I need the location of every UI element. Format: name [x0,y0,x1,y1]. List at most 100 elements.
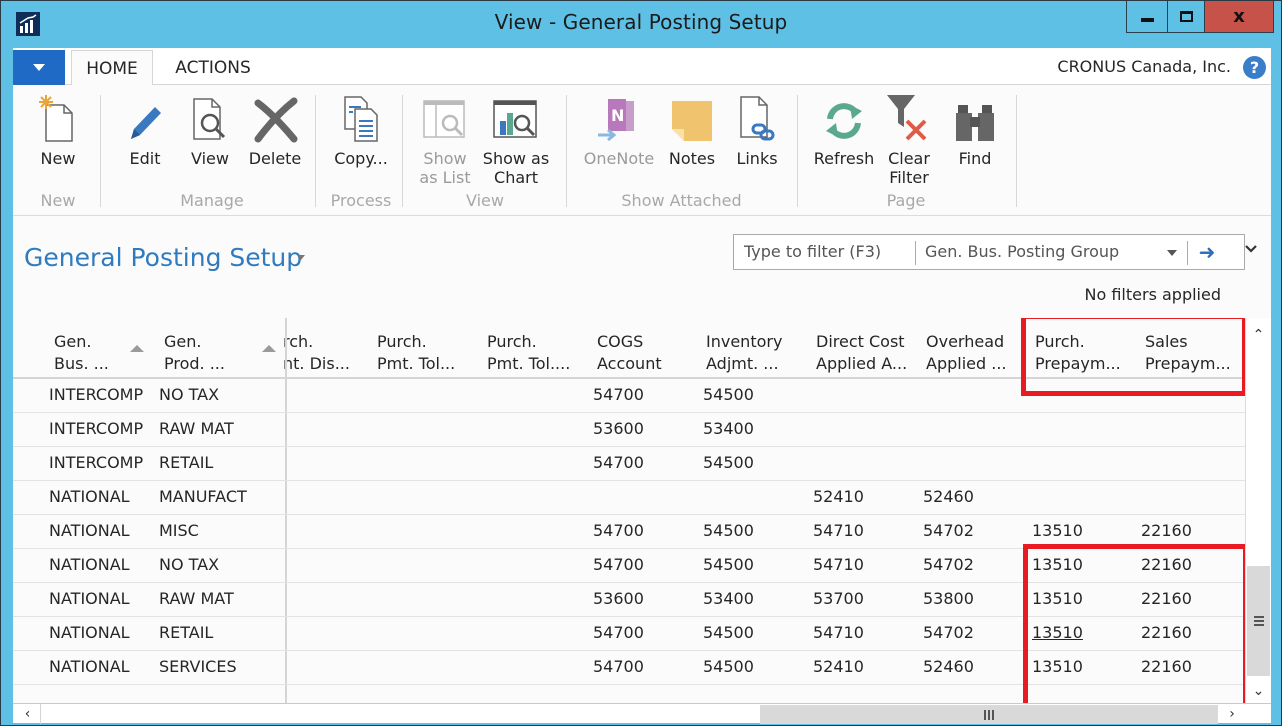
table-row[interactable]: INTERCOMP NO TAX 54700 54500 [13,379,1245,413]
minimize-button[interactable] [1126,1,1168,33]
cell-cogs-account[interactable]: 54700 [593,385,644,404]
cell-cogs-account[interactable]: 54700 [593,521,644,540]
table-row[interactable]: INTERCOMP RAW MAT 53600 53400 [13,413,1245,447]
links-button[interactable]: Links [731,93,783,168]
cell-overhead-applied[interactable]: 52460 [923,487,974,506]
vertical-scroll-thumb[interactable] [1247,566,1270,676]
table-row[interactable]: NATIONAL MANUFACT 52410 52460 [13,481,1245,515]
filter-input[interactable]: Type to filter (F3) [744,242,881,261]
cell-gen-prod[interactable]: RETAIL [159,453,213,472]
column-header-direct-cost-applied[interactable]: Direct Cost Applied A... [816,331,907,375]
scroll-right-icon[interactable]: › [1220,704,1244,724]
clear-filter-button[interactable]: Clear Filter [883,93,935,187]
cell-purch-prepayments[interactable]: 13510 [1032,657,1083,676]
cell-sales-prepayments[interactable]: 22160 [1141,623,1192,642]
cell-purch-prepayments[interactable]: 13510 [1032,623,1083,642]
find-button[interactable]: Find [949,93,1001,168]
cell-overhead-applied[interactable]: 53800 [923,589,974,608]
column-header-gen-bus[interactable]: Gen. Bus. ... [54,331,109,375]
show-as-chart-button[interactable]: Show as Chart [479,93,553,187]
cell-gen-bus[interactable]: INTERCOMP [49,453,143,472]
show-as-list-button[interactable]: Show as List [417,93,473,187]
cell-sales-prepayments[interactable]: 22160 [1141,589,1192,608]
scroll-left-icon[interactable]: ‹ [15,704,41,724]
cell-purch-prepayments[interactable]: 13510 [1032,589,1083,608]
table-row[interactable]: NATIONAL RAW MAT 53600 53400 53700 53800 13510… [13,583,1245,617]
cell-inventory-adjmt[interactable]: 54500 [703,385,754,404]
table-row[interactable]: INTERCOMP RETAIL 54700 54500 [13,447,1245,481]
cell-gen-bus[interactable]: INTERCOMP [49,385,143,404]
cell-gen-prod[interactable]: RAW MAT [159,419,234,438]
expand-filter-pane-icon[interactable] [1244,242,1258,256]
cell-direct-cost-applied[interactable]: 52410 [813,657,864,676]
cell-sales-prepayments[interactable]: 22160 [1141,657,1192,676]
application-menu-button[interactable] [13,50,65,85]
cell-gen-bus[interactable]: NATIONAL [49,487,130,506]
arrow-right-icon[interactable]: ➜ [1194,239,1220,265]
notes-button[interactable]: Notes [665,93,719,168]
cell-inventory-adjmt[interactable]: 54500 [703,555,754,574]
cell-gen-prod[interactable]: SERVICES [159,657,237,676]
cell-gen-prod[interactable]: NO TAX [159,555,219,574]
tab-home[interactable]: HOME [71,50,153,86]
copy-button[interactable]: Copy... [331,93,391,168]
cell-overhead-applied[interactable]: 54702 [923,521,974,540]
close-button[interactable]: x [1204,1,1274,33]
cell-cogs-account[interactable]: 54700 [593,657,644,676]
filter-field-select[interactable]: Gen. Bus. Posting Group [925,242,1119,261]
cell-cogs-account[interactable]: 54700 [593,453,644,472]
vertical-scrollbar[interactable]: ⌃ ⌄ [1245,318,1271,704]
new-button[interactable]: New [31,93,85,168]
chevron-down-icon[interactable] [1167,250,1177,256]
column-header-overhead-applied[interactable]: Overhead Applied ... [926,331,1007,375]
column-header-purch-prepayments[interactable]: Purch. Prepaym... [1035,331,1121,375]
horizontal-scrollbar[interactable]: ‹ › [13,703,1271,724]
cell-direct-cost-applied[interactable]: 53700 [813,589,864,608]
cell-gen-prod[interactable]: RAW MAT [159,589,234,608]
column-header-purch-pmt-disc[interactable]: rch. nt. Dis... [283,331,350,375]
column-header-cogs-account[interactable]: COGS Account [597,331,662,375]
scroll-down-icon[interactable]: ⌄ [1246,680,1271,702]
table-row[interactable]: NATIONAL MISC 54700 54500 54710 54702 13510 221… [13,515,1245,549]
cell-gen-bus[interactable]: NATIONAL [49,623,130,642]
cell-gen-bus[interactable]: INTERCOMP [49,419,143,438]
tab-actions[interactable]: ACTIONS [168,50,258,86]
cell-sales-prepayments[interactable]: 22160 [1141,555,1192,574]
cell-gen-prod[interactable]: NO TAX [159,385,219,404]
table-row[interactable]: NATIONAL RETAIL 54700 54500 54710 54702 13510 2… [13,617,1245,651]
view-button[interactable]: View [183,93,237,168]
scroll-up-icon[interactable]: ⌃ [1246,324,1271,346]
cell-overhead-applied[interactable]: 52460 [923,657,974,676]
column-header-purch-pmt-tol-1[interactable]: Purch. Pmt. Tol... [377,331,455,375]
onenote-button[interactable]: N OneNote [580,93,658,168]
horizontal-scroll-thumb[interactable] [760,705,1218,724]
page-title-dropdown-icon[interactable] [297,255,305,260]
page-title[interactable]: General Posting Setup [24,243,302,272]
cell-inventory-adjmt[interactable]: 53400 [703,589,754,608]
cell-purch-prepayments[interactable]: 13510 [1032,521,1083,540]
cell-direct-cost-applied[interactable]: 54710 [813,555,864,574]
cell-gen-prod[interactable]: RETAIL [159,623,213,642]
cell-gen-prod[interactable]: MISC [159,521,199,540]
cell-sales-prepayments[interactable]: 22160 [1141,521,1192,540]
cell-direct-cost-applied[interactable]: 54710 [813,623,864,642]
cell-gen-bus[interactable]: NATIONAL [49,589,130,608]
column-header-inventory-adjmt[interactable]: Inventory Adjmt. ... [706,331,782,375]
cell-cogs-account[interactable]: 53600 [593,419,644,438]
cell-inventory-adjmt[interactable]: 54500 [703,521,754,540]
maximize-button[interactable] [1167,1,1205,33]
help-icon[interactable]: ? [1243,56,1266,79]
column-header-purch-pmt-tol-2[interactable]: Purch. Pmt. Tol.... [487,331,570,375]
cell-overhead-applied[interactable]: 54702 [923,555,974,574]
cell-gen-bus[interactable]: NATIONAL [49,555,130,574]
cell-cogs-account[interactable]: 54700 [593,555,644,574]
cell-overhead-applied[interactable]: 54702 [923,623,974,642]
delete-button[interactable]: Delete [247,93,303,168]
edit-button[interactable]: Edit [121,93,169,168]
cell-inventory-adjmt[interactable]: 54500 [703,453,754,472]
refresh-button[interactable]: Refresh [811,93,877,168]
cell-purch-prepayments[interactable]: 13510 [1032,555,1083,574]
company-name[interactable]: CRONUS Canada, Inc. [1057,57,1231,76]
column-header-sales-prepayments[interactable]: Sales Prepaym... [1145,331,1231,375]
cell-cogs-account[interactable]: 53600 [593,589,644,608]
